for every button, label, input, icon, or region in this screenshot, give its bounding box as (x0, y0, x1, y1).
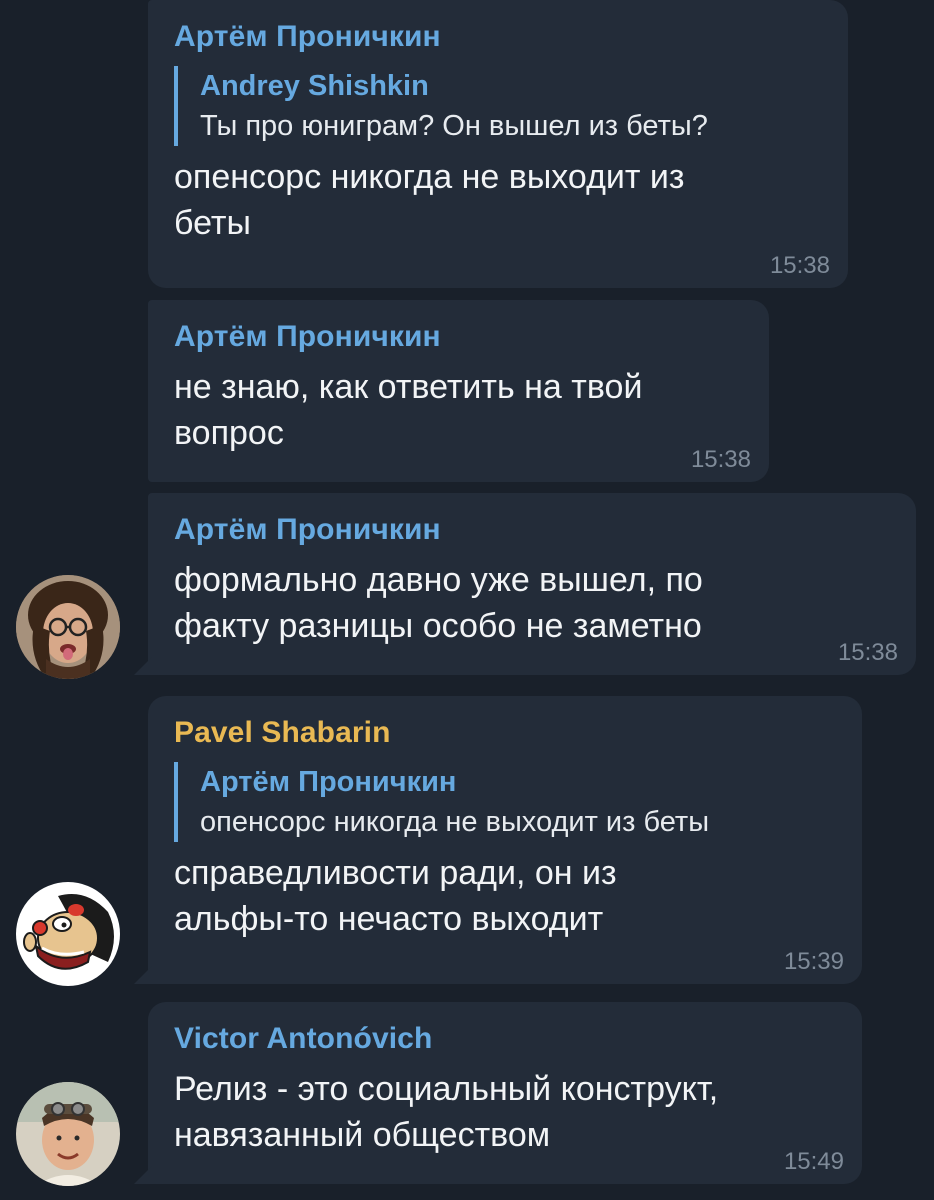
message-text: Релиз - это социальный конструкт, навяза… (174, 1066, 836, 1158)
message-line: Релиз - это социальный конструкт, (174, 1070, 719, 1108)
message-bubble[interactable]: Артём Проничкин Andrey Shishkin Ты про ю… (148, 0, 848, 288)
message-text: опенсорс никогда не выходит из беты (174, 154, 822, 246)
bubble-tail (134, 657, 152, 675)
message-time: 15:38 (837, 639, 898, 666)
reply-quote[interactable]: Andrey Shishkin Ты про юниграм? Он вышел… (174, 66, 822, 146)
reply-text: Ты про юниграм? Он вышел из беты? (200, 110, 708, 142)
message-time: 15:49 (783, 1148, 844, 1175)
message-time: 15:38 (769, 252, 830, 279)
sender-name[interactable]: Артём Проничкин (174, 318, 743, 356)
message-bubble[interactable]: Артём Проничкин не знаю, как ответить на… (148, 300, 769, 482)
message-line: навязанный обществом (174, 1116, 551, 1154)
message-line: факту разницы особо не заметно (174, 607, 702, 645)
message-text: формально давно уже вышел, по факту разн… (174, 557, 890, 649)
avatar-image-pavel (16, 882, 120, 986)
message-bubble[interactable]: Victor Antonóvich Релиз - это социальный… (148, 1002, 862, 1184)
message-line: беты (174, 204, 251, 242)
message-line: формально давно уже вышел, по (174, 561, 703, 599)
message-line: справедливости ради, он из (174, 854, 617, 892)
message-text: не знаю, как ответить на твой вопрос (174, 364, 743, 456)
reply-sender-name: Артём Проничкин (200, 766, 457, 798)
sender-name[interactable]: Артём Проничкин (174, 511, 890, 549)
bubble-tail (134, 1166, 152, 1184)
chat-area[interactable]: Артём Проничкин Andrey Shishkin Ты про ю… (0, 0, 934, 1200)
sender-name[interactable]: Victor Antonóvich (174, 1020, 836, 1058)
avatar-image-artem (16, 575, 120, 679)
message-bubble[interactable]: Pavel Shabarin Артём Проничкин опенсорс … (148, 696, 862, 984)
message-time: 15:39 (783, 948, 844, 975)
avatar-artem[interactable] (16, 575, 120, 679)
message-line: опенсорс никогда не выходит из (174, 158, 685, 196)
message-bubble[interactable]: Артём Проничкин формально давно уже выше… (148, 493, 916, 675)
reply-sender-name: Andrey Shishkin (200, 70, 429, 102)
message-line: альфы-то нечасто выходит (174, 900, 604, 938)
avatar-image-victor (16, 1082, 120, 1186)
avatar-victor[interactable] (16, 1082, 120, 1186)
message-line: не знаю, как ответить на твой (174, 368, 643, 406)
bubble-tail (134, 966, 152, 984)
message-line: вопрос (174, 414, 284, 452)
message-time: 15:38 (690, 446, 751, 473)
reply-quote[interactable]: Артём Проничкин опенсорс никогда не выхо… (174, 762, 836, 842)
sender-name[interactable]: Артём Проничкин (174, 18, 822, 56)
reply-text: опенсорс никогда не выходит из беты (200, 806, 710, 838)
message-text: справедливости ради, он из альфы-то неча… (174, 850, 836, 942)
avatar-pavel[interactable] (16, 882, 120, 986)
sender-name[interactable]: Pavel Shabarin (174, 714, 836, 752)
